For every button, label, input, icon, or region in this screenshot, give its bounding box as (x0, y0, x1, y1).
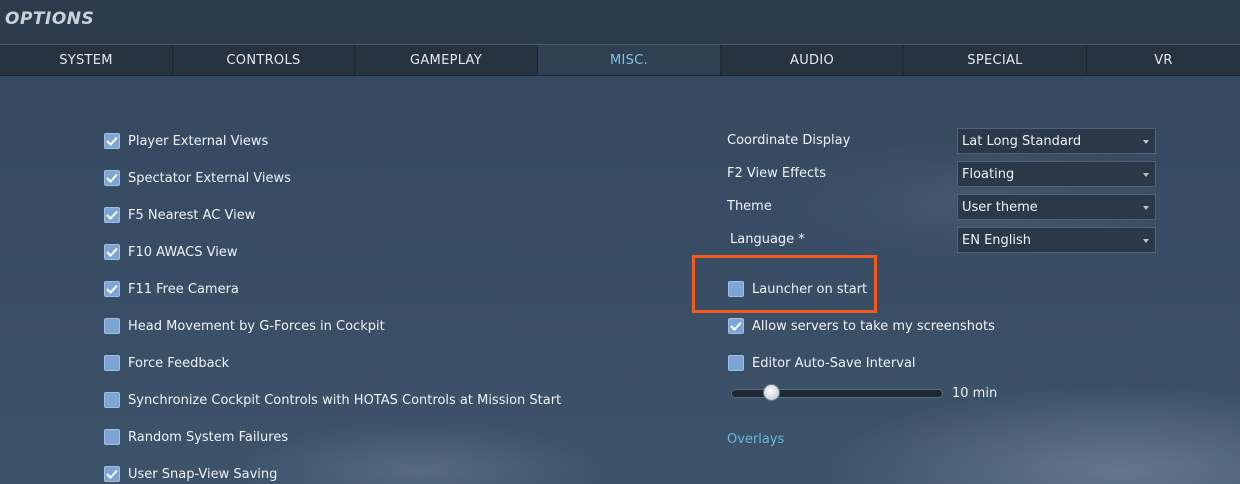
checkbox-label: Random System Failures (128, 429, 289, 445)
autosave-slider-value: 10 min (952, 386, 998, 401)
checkbox-box[interactable] (104, 392, 120, 408)
checkbox-player-external-views[interactable]: Player External Views (104, 131, 268, 151)
checkbox-label: F11 Free Camera (128, 281, 239, 297)
checkbox-label: Head Movement by G-Forces in Cockpit (128, 318, 385, 334)
tab-label: GAMEPLAY (409, 52, 482, 68)
checkbox-box[interactable] (104, 281, 120, 297)
checkbox-box[interactable] (728, 318, 744, 334)
checkbox-label: F10 AWACS View (128, 244, 238, 260)
coordinate-display-label: Coordinate Display (727, 133, 851, 148)
checkbox-spectator-external-views[interactable]: Spectator External Views (104, 168, 291, 188)
coordinate-display-select[interactable]: Lat Long Standard (957, 128, 1156, 154)
tab-system[interactable]: SYSTEM (0, 45, 173, 75)
tab-label: SPECIAL (967, 52, 1023, 68)
select-value: Lat Long Standard (962, 133, 1082, 149)
checkmark-icon (730, 321, 742, 331)
tab-label: CONTROLS (226, 52, 301, 68)
checkbox-user-snap-view-saving[interactable]: User Snap-View Saving (104, 464, 277, 484)
tab-audio[interactable]: AUDIO (721, 45, 904, 75)
title-bar: OPTIONS (0, 0, 1240, 44)
checkbox-box[interactable] (104, 355, 120, 371)
tab-label: VR (1154, 52, 1173, 68)
checkbox-box[interactable] (104, 133, 120, 149)
checkbox-editor-auto-save-interval[interactable]: Editor Auto-Save Interval (728, 353, 916, 373)
checkbox-allow-servers-screenshots[interactable]: Allow servers to take my screenshots (728, 316, 995, 336)
theme-select[interactable]: User theme (957, 194, 1156, 220)
checkmark-icon (106, 210, 118, 220)
select-value: EN English (962, 232, 1032, 248)
checkbox-f10-awacs-view[interactable]: F10 AWACS View (104, 242, 237, 262)
checkmark-icon (106, 247, 118, 257)
checkbox-synchronize-cockpit-controls[interactable]: Synchronize Cockpit Controls with HOTAS … (104, 390, 561, 410)
language-select[interactable]: EN English (957, 227, 1156, 253)
tab-gameplay[interactable]: GAMEPLAY (355, 45, 538, 75)
checkbox-launcher-on-start[interactable]: Launcher on start (728, 279, 867, 299)
checkbox-box[interactable] (728, 355, 744, 371)
chevron-down-icon (1143, 239, 1149, 243)
language-label: Language * (730, 232, 805, 247)
checkbox-box[interactable] (104, 318, 120, 334)
checkmark-icon (106, 284, 118, 294)
tab-special[interactable]: SPECIAL (904, 45, 1087, 75)
checkbox-label: Editor Auto-Save Interval (752, 355, 916, 371)
checkbox-f11-free-camera[interactable]: F11 Free Camera (104, 279, 239, 299)
checkbox-box[interactable] (104, 170, 120, 186)
checkbox-box[interactable] (728, 281, 744, 297)
checkmark-icon (106, 173, 118, 183)
tab-label: MISC. (609, 52, 648, 68)
checkbox-label: Synchronize Cockpit Controls with HOTAS … (128, 392, 562, 408)
chevron-down-icon (1143, 140, 1149, 144)
checkbox-box[interactable] (104, 244, 120, 260)
tab-label: SYSTEM (59, 52, 113, 68)
f2-view-effects-label: F2 View Effects (727, 166, 827, 181)
theme-label: Theme (727, 199, 772, 214)
select-value: User theme (962, 199, 1038, 215)
f2-view-effects-select[interactable]: Floating (957, 161, 1156, 187)
checkbox-box[interactable] (104, 207, 120, 223)
checkbox-force-feedback[interactable]: Force Feedback (104, 353, 229, 373)
checkbox-label: Allow servers to take my screenshots (752, 318, 995, 334)
checkmark-icon (106, 469, 118, 479)
tab-controls[interactable]: CONTROLS (173, 45, 355, 75)
tab-label: AUDIO (790, 52, 834, 68)
checkbox-box[interactable] (104, 466, 120, 482)
checkbox-label: Force Feedback (128, 355, 230, 371)
checkbox-label: F5 Nearest AC View (128, 207, 256, 223)
checkbox-random-system-failures[interactable]: Random System Failures (104, 427, 288, 447)
checkbox-label: User Snap-View Saving (128, 466, 278, 482)
tab-misc[interactable]: MISC. (538, 45, 721, 75)
checkbox-label: Player External Views (128, 133, 269, 149)
select-value: Floating (962, 166, 1015, 182)
chevron-down-icon (1143, 173, 1149, 177)
checkbox-label: Launcher on start (752, 281, 868, 297)
checkbox-head-movement-g-forces[interactable]: Head Movement by G-Forces in Cockpit (104, 316, 385, 336)
overlays-heading[interactable]: Overlays (727, 432, 784, 447)
chevron-down-icon (1143, 206, 1149, 210)
window-title: OPTIONS (5, 9, 95, 29)
checkmark-icon (106, 136, 118, 146)
tab-bar: SYSTEM CONTROLS GAMEPLAY MISC. AUDIO SPE… (0, 44, 1240, 76)
tab-vr[interactable]: VR (1087, 45, 1240, 75)
checkbox-box[interactable] (104, 429, 120, 445)
slider-thumb[interactable] (763, 384, 780, 401)
checkbox-f5-nearest-ac-view[interactable]: F5 Nearest AC View (104, 205, 255, 225)
checkbox-label: Spectator External Views (128, 170, 291, 186)
autosave-slider[interactable] (731, 384, 943, 401)
